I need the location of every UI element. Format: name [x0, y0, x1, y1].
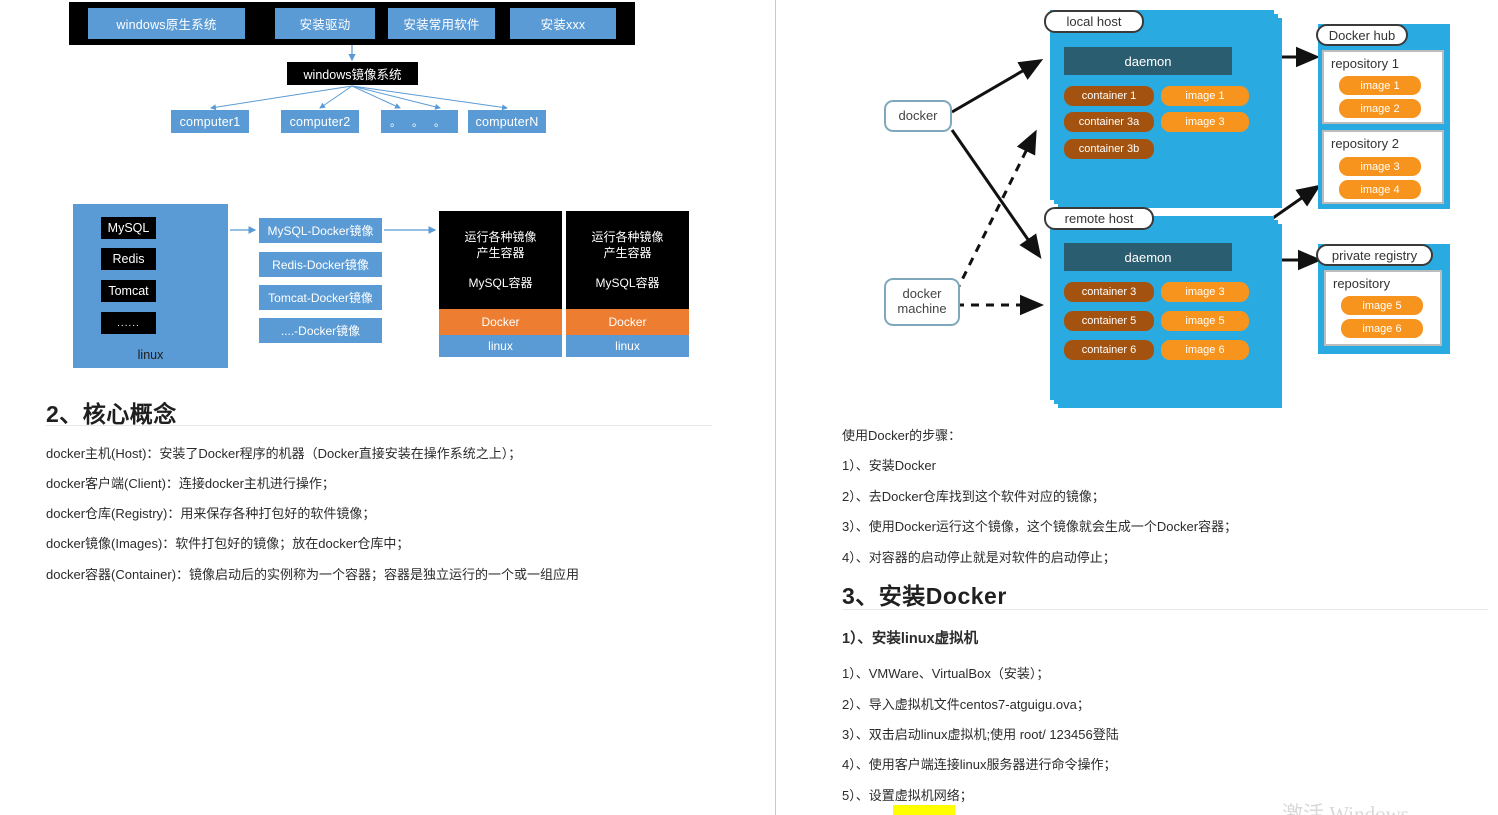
diagram-docker-image-container: MySQL Redis Tomcat ...... linux MySQL-Do… — [0, 198, 775, 378]
runtime-stack-2-linux: linux — [566, 335, 689, 357]
node-docker-client: docker — [884, 100, 952, 132]
node-docker-machine-line1: docker — [902, 286, 942, 302]
box-windows-mirror-system: windows镜像系统 — [287, 62, 418, 85]
box-computer1: computer1 — [171, 110, 249, 133]
runtime-stack-2-top: 运行各种镜像 产生容器 MySQL容器 — [566, 211, 689, 309]
steps-intro: 使用Docker的步骤： — [842, 428, 962, 443]
runtime-stack-2-line2: 产生容器 — [603, 246, 652, 261]
install-step-5: 5）、设置虚拟机网络； — [842, 788, 973, 803]
runtime-stack-1-linux: linux — [439, 335, 562, 357]
local-container-3b: container 3b — [1064, 139, 1154, 159]
concept-container: docker容器(Container)：镜像启动后的实例称为一个容器；容器是独立… — [46, 567, 580, 582]
install-step-4: 4）、使用客户端连接linux服务器进行命令操作； — [842, 757, 1117, 772]
repository-1-label: repository 1 — [1331, 56, 1399, 71]
software-mysql: MySQL — [101, 217, 156, 239]
software-more: ...... — [101, 312, 156, 334]
hub-repo1-image-2: image 2 — [1339, 99, 1421, 118]
docker-image-other: ....-Docker镜像 — [259, 318, 382, 343]
section-2-rule — [46, 425, 712, 426]
section-2-heading: 2、核心概念 — [46, 401, 177, 427]
node-docker-machine: docker machine — [884, 278, 960, 326]
local-host-label: local host — [1044, 10, 1144, 33]
section-3-rule — [842, 609, 1488, 610]
install-step-1: 1）、VMWare、VirtualBox（安装）； — [842, 666, 1050, 681]
private-image-6: image 6 — [1341, 319, 1423, 338]
local-container-3a: container 3a — [1064, 112, 1154, 132]
concept-host: docker主机(Host)：安装了Docker程序的机器（Docker直接安装… — [46, 446, 522, 461]
box-windows-native-system: windows原生系统 — [88, 8, 245, 39]
concept-client: docker客户端(Client)：连接docker主机进行操作； — [46, 476, 335, 491]
concept-registry: docker仓库(Registry)：用来保存各种打包好的软件镜像； — [46, 506, 376, 521]
runtime-stack-2: 运行各种镜像 产生容器 MySQL容器 Docker linux — [566, 211, 689, 357]
linux-host-label: linux — [137, 348, 164, 362]
remote-host-label: remote host — [1044, 207, 1154, 230]
local-image-1: image 1 — [1161, 86, 1249, 106]
runtime-stack-1-docker: Docker — [439, 309, 562, 335]
remote-image-3: image 3 — [1161, 282, 1249, 302]
section-3-subheading: 1）、安装linux虚拟机 — [842, 631, 979, 647]
box-install-xxx: 安装xxx — [510, 8, 616, 39]
local-image-3: image 3 — [1161, 112, 1249, 132]
step-1: 1）、安装Docker — [842, 458, 936, 473]
box-computer2: computer2 — [281, 110, 359, 133]
private-registry-label: private registry — [1316, 244, 1433, 266]
box-install-common-software: 安装常用软件 — [388, 8, 495, 39]
remote-container-3: container 3 — [1064, 282, 1154, 302]
hub-repo2-image-4: image 4 — [1339, 180, 1421, 199]
hub-repo2-image-3: image 3 — [1339, 157, 1421, 176]
runtime-stack-1-line2: 产生容器 — [476, 246, 525, 261]
document-page: windows原生系统 安装驱动 安装常用软件 安装xxx windows镜像系… — [0, 0, 1498, 815]
remote-container-5: container 5 — [1064, 311, 1154, 331]
runtime-stack-2-docker: Docker — [566, 309, 689, 335]
box-computerN: computerN — [468, 110, 546, 133]
software-redis: Redis — [101, 248, 156, 270]
step-3: 3）、使用Docker运行这个镜像，这个镜像就会生成一个Docker容器； — [842, 519, 1238, 534]
diagram-docker-architecture: docker docker machine local host daemon … — [776, 0, 1498, 415]
local-container-1: container 1 — [1064, 86, 1154, 106]
step-2: 2）、去Docker仓库找到这个软件对应的镜像； — [842, 489, 1105, 504]
remote-container-6: container 6 — [1064, 340, 1154, 360]
docker-hub-label: Docker hub — [1316, 24, 1408, 46]
repository-2-label: repository 2 — [1331, 136, 1399, 151]
concept-images: docker镜像(Images)：软件打包好的镜像；放在docker仓库中； — [46, 536, 410, 551]
private-repository-label: repository — [1333, 276, 1391, 291]
remote-image-6: image 6 — [1161, 340, 1249, 360]
private-image-5: image 5 — [1341, 296, 1423, 315]
install-step-3: 3）、双击启动linux虚拟机;使用 root/ 123456登陆 — [842, 727, 1119, 742]
activate-windows-watermark: 激活 Windows — [1282, 802, 1409, 815]
install-step-2: 2）、导入虚拟机文件centos7-atguigu.ova； — [842, 697, 1090, 712]
docker-image-tomcat: Tomcat-Docker镜像 — [259, 285, 382, 310]
box-computer-ellipsis: 。 。 。 — [381, 110, 458, 133]
runtime-stack-1-top: 运行各种镜像 产生容器 MySQL容器 — [439, 211, 562, 309]
runtime-stack-1-line1: 运行各种镜像 — [464, 230, 537, 245]
diagram-windows-image-system: windows原生系统 安装驱动 安装常用软件 安装xxx windows镜像系… — [0, 0, 775, 150]
node-docker-machine-line2: machine — [897, 301, 947, 316]
docker-image-mysql: MySQL-Docker镜像 — [259, 218, 382, 243]
docker-image-redis: Redis-Docker镜像 — [259, 252, 382, 277]
step-4: 4）、对容器的启动停止就是对软件的启动停止； — [842, 550, 1116, 565]
yellow-highlight-mark — [893, 805, 955, 815]
box-install-driver: 安装驱动 — [275, 8, 375, 39]
remote-image-5: image 5 — [1161, 311, 1249, 331]
runtime-stack-2-line1: 运行各种镜像 — [591, 230, 664, 245]
runtime-stack-2-container: MySQL容器 — [595, 275, 660, 290]
software-tomcat: Tomcat — [101, 280, 156, 302]
hub-repo1-image-1: image 1 — [1339, 76, 1421, 95]
right-page-pane: docker docker machine local host daemon … — [776, 0, 1498, 815]
local-daemon: daemon — [1064, 47, 1232, 75]
runtime-stack-1-container: MySQL容器 — [468, 275, 533, 290]
section-3-heading: 3、安装Docker — [842, 583, 1007, 609]
node-docker-client-label: docker — [898, 107, 938, 123]
runtime-stack-1: 运行各种镜像 产生容器 MySQL容器 Docker linux — [439, 211, 562, 357]
remote-daemon: daemon — [1064, 243, 1232, 271]
left-page-pane: windows原生系统 安装驱动 安装常用软件 安装xxx windows镜像系… — [0, 0, 775, 815]
